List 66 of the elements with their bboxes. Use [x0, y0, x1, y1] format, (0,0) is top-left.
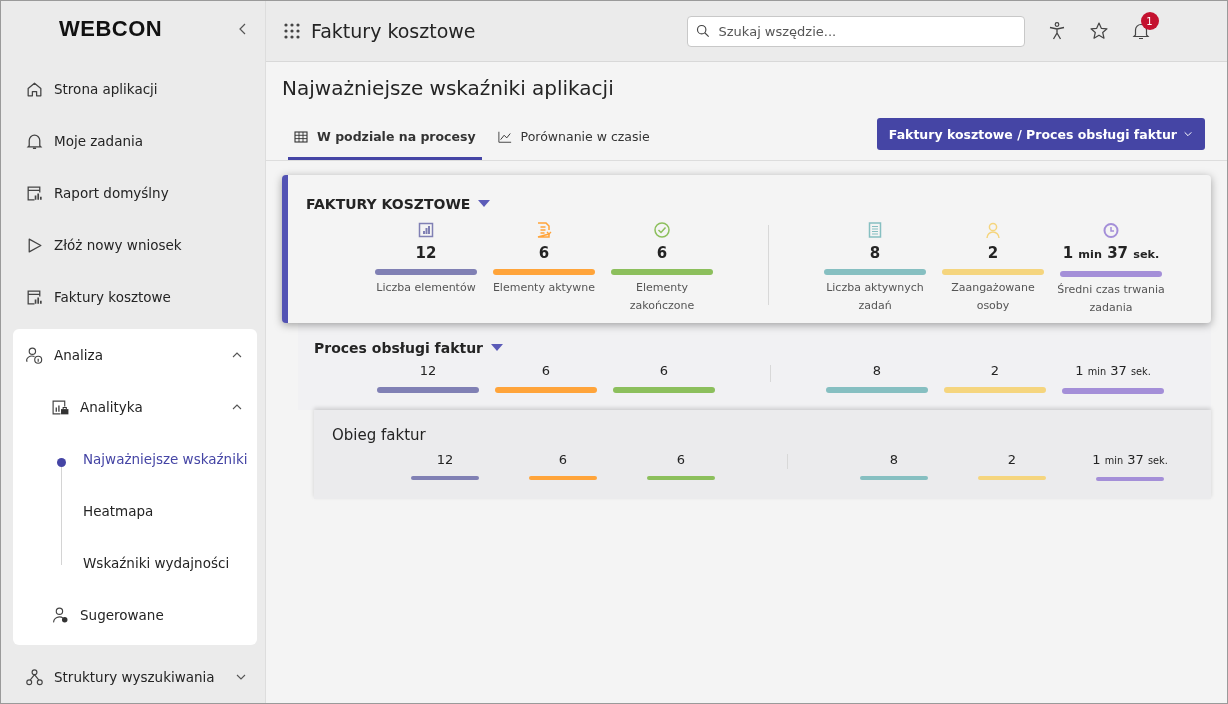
- metric-label: Liczba elementów: [375, 280, 477, 296]
- nav-item[interactable]: Najważniejsze wskaźniki: [83, 451, 248, 467]
- metric-value: 1 min 37 sek.: [1062, 243, 1160, 264]
- logo: WEBCON: [59, 16, 163, 42]
- hierarchy-icon: [25, 667, 44, 687]
- metric-value: 12: [415, 243, 437, 263]
- notification-badge: 1: [1140, 12, 1159, 30]
- metric-value: 1 min 37 sek.: [1092, 451, 1168, 469]
- app-grid-icon[interactable]: [284, 23, 300, 39]
- tab[interactable]: W podziale na procesy: [288, 116, 482, 160]
- metric-label: Elementy aktywne: [491, 280, 597, 296]
- user-info-icon: [25, 345, 44, 365]
- metric-value: 12: [436, 451, 454, 469]
- search-icon: [695, 23, 710, 38]
- nav-item[interactable]: Raport domyślny: [1, 167, 265, 219]
- tab[interactable]: Porównanie w czasie: [491, 116, 656, 160]
- metric-value: 6: [541, 362, 551, 380]
- nav-item[interactable]: Strona aplikacji: [1, 63, 265, 115]
- metric-value: 12: [419, 362, 437, 380]
- nav-item[interactable]: Faktury kosztowe: [1, 271, 265, 323]
- nav-item[interactable]: Sugerowane: [13, 589, 257, 641]
- search-field[interactable]: Szukaj wszędzie...: [686, 15, 1025, 47]
- nav-item[interactable]: Analiza: [13, 329, 257, 381]
- chevron-down-icon: [1183, 129, 1193, 139]
- person-icon: [984, 221, 1002, 239]
- user-icon: [51, 605, 70, 625]
- selected-dot-icon: [57, 458, 66, 467]
- document-icon: [535, 221, 553, 239]
- nav-item[interactable]: Wskaźniki wydajności: [83, 555, 230, 571]
- star-icon[interactable]: [1088, 21, 1109, 41]
- metric-value: 2: [987, 243, 999, 263]
- metric-value: 2: [1007, 451, 1017, 469]
- nav-item[interactable]: Moje zadania: [1, 115, 265, 167]
- metric-value: 6: [558, 451, 568, 469]
- metric-label: Elementy zakończone: [628, 280, 696, 314]
- group-title: Obieg faktur: [332, 426, 426, 444]
- metric-label: Liczba aktywnych zadań: [825, 280, 925, 314]
- group-title: FAKTURY KOSZTOWE: [306, 196, 471, 212]
- dropdown-caret-icon[interactable]: [491, 344, 504, 352]
- metric-value: 6: [659, 362, 669, 380]
- page-title: Najważniejsze wskaźniki aplikacji: [282, 76, 615, 100]
- metric-value: 6: [538, 243, 550, 263]
- report-icon: [417, 221, 435, 239]
- metric-label: Zaangażowane osoby: [950, 280, 1036, 314]
- metric-value: 1 min 37 sek.: [1075, 362, 1151, 380]
- filter-dropdown-button[interactable]: Faktury kosztowe / Proces obsługi faktur: [876, 118, 1205, 150]
- metric-value: 8: [889, 451, 899, 469]
- metric-label: Średni czas trwania zadania: [1056, 282, 1166, 316]
- metric-value: 8: [872, 362, 882, 380]
- metric-value: 6: [656, 243, 668, 263]
- metric-value: 6: [676, 451, 686, 469]
- nav-item[interactable]: Złóż nowy wniosek: [1, 219, 265, 271]
- group-title: Proces obsługi faktur: [314, 340, 484, 356]
- dropdown-caret-icon[interactable]: [478, 200, 491, 208]
- metric-value: 2: [990, 362, 1000, 380]
- nav-item[interactable]: Struktury wyszukiwania: [1, 651, 265, 703]
- nav-item[interactable]: Analityka: [13, 381, 257, 433]
- app-title: Faktury kosztowe: [311, 20, 476, 42]
- nav-item[interactable]: Heatmapa: [83, 503, 154, 519]
- list-icon: [866, 221, 884, 239]
- line-chart-icon: [497, 129, 512, 144]
- check-circle-icon: [653, 221, 671, 239]
- table-icon: [294, 129, 308, 144]
- home-icon: [25, 79, 44, 99]
- metric-value: 8: [869, 243, 881, 263]
- clock-icon: [1102, 221, 1120, 239]
